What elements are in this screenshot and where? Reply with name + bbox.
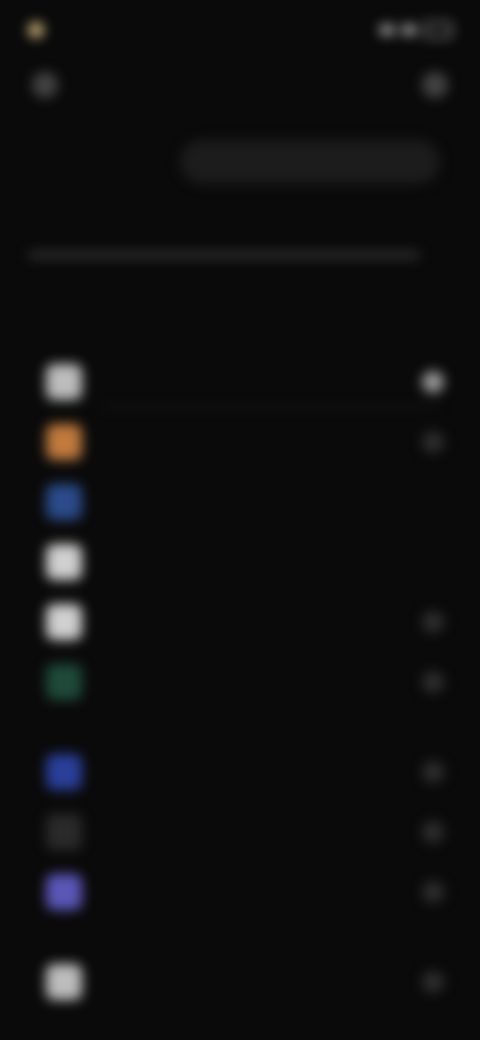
- toggle-icon[interactable]: [422, 371, 444, 393]
- chevron-icon[interactable]: [422, 611, 444, 633]
- wifi-icon: [402, 25, 416, 35]
- menu-icon[interactable]: [422, 72, 448, 98]
- list-item[interactable]: [46, 872, 444, 912]
- battery-icon: [424, 22, 452, 38]
- header-divider: [28, 252, 420, 258]
- list-item[interactable]: [46, 812, 444, 852]
- list-item[interactable]: [46, 662, 444, 702]
- app-icon: [46, 754, 82, 790]
- search-input[interactable]: [194, 153, 426, 171]
- chevron-icon[interactable]: [422, 881, 444, 903]
- list-item[interactable]: [46, 602, 444, 642]
- list-item[interactable]: [46, 962, 444, 1002]
- app-icon: [46, 874, 82, 910]
- chevron-icon[interactable]: [422, 821, 444, 843]
- app-icon: [46, 484, 82, 520]
- status-bar: [28, 18, 452, 42]
- app-icon: [46, 664, 82, 700]
- list-item[interactable]: [46, 422, 444, 462]
- back-icon[interactable]: [32, 72, 58, 98]
- app-icon: [46, 364, 82, 400]
- signal-icon: [380, 25, 394, 35]
- app-icon: [46, 964, 82, 1000]
- app-icon: [46, 544, 82, 580]
- divider: [100, 406, 440, 407]
- list-item[interactable]: [46, 542, 444, 582]
- app-icon: [46, 814, 82, 850]
- list-item[interactable]: [46, 362, 444, 402]
- chevron-icon[interactable]: [422, 971, 444, 993]
- chevron-icon[interactable]: [422, 431, 444, 453]
- chevron-icon[interactable]: [422, 671, 444, 693]
- profile-icon: [28, 22, 44, 38]
- app-icon: [46, 604, 82, 640]
- search-box[interactable]: [180, 140, 440, 184]
- screen: [0, 0, 480, 1040]
- list-item[interactable]: [46, 482, 444, 522]
- header-actions: [32, 72, 448, 98]
- list-item[interactable]: [46, 752, 444, 792]
- chevron-icon[interactable]: [422, 761, 444, 783]
- app-icon: [46, 424, 82, 460]
